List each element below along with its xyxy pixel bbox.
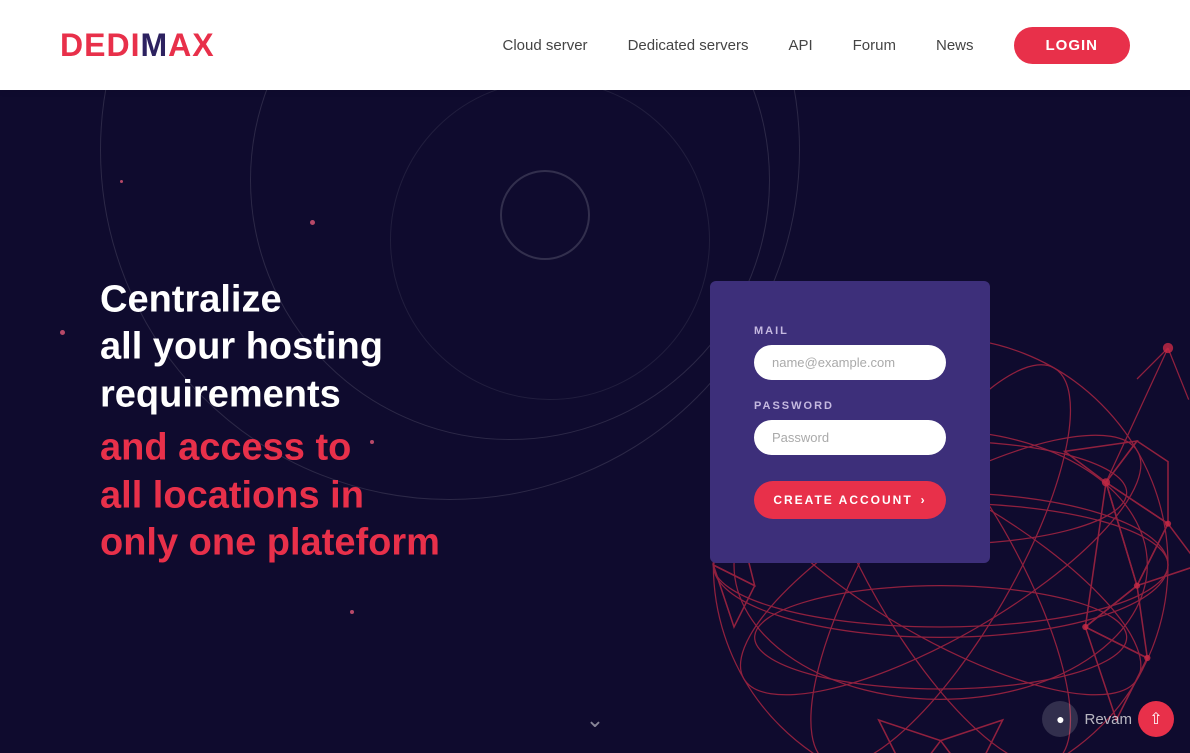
deco-dot-3 [60, 330, 65, 335]
header: DEDIMAX Cloud server Dedicated servers A… [0, 0, 1190, 90]
deco-circle-small [500, 170, 590, 260]
mail-input[interactable] [754, 345, 946, 380]
nav-forum[interactable]: Forum [853, 37, 896, 54]
deco-dot-4 [120, 180, 123, 183]
mail-label: MAIL [754, 325, 946, 337]
scroll-down-chevron[interactable]: ⌄ [586, 707, 604, 733]
revam-icon: ● [1042, 701, 1078, 737]
create-account-button[interactable]: CREATE ACCOUNT › [754, 481, 946, 519]
arrow-right-icon: › [921, 493, 927, 507]
password-input[interactable] [754, 420, 946, 455]
nav-cloud-server[interactable]: Cloud server [503, 37, 588, 54]
deco-dot-5 [350, 610, 354, 614]
logo: DEDIMAX [60, 27, 215, 64]
main-nav: Cloud server Dedicated servers API Forum… [503, 27, 1130, 64]
logo-dedi: DEDI [60, 27, 140, 63]
password-label: PASSWORD [754, 400, 946, 412]
revam-watermark: ● Revam ⇧ [1042, 701, 1174, 737]
signup-form-card: MAIL PASSWORD CREATE ACCOUNT › [710, 281, 990, 563]
hero-title-pink: and access to all locations in only one … [100, 425, 440, 568]
deco-dot-1 [310, 220, 315, 225]
logo-max: AX [168, 27, 214, 63]
revam-text: Revam [1084, 711, 1132, 728]
scroll-top-button[interactable]: ⇧ [1138, 701, 1174, 737]
nav-api[interactable]: API [788, 37, 812, 54]
login-button[interactable]: LOGIN [1014, 27, 1131, 64]
nav-news[interactable]: News [936, 37, 974, 54]
hero-text-block: Centralize all your hosting requirements… [100, 276, 440, 567]
hero-section: Centralize all your hosting requirements… [0, 0, 1190, 753]
nav-dedicated-servers[interactable]: Dedicated servers [628, 37, 749, 54]
logo-m: M [140, 27, 168, 63]
hero-title-white: Centralize all your hosting requirements [100, 276, 440, 419]
